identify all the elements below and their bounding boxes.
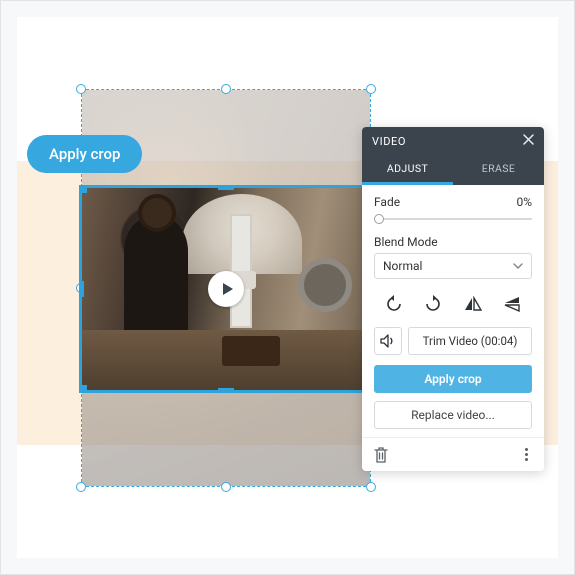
audio-toggle-button[interactable] <box>374 327 402 355</box>
crop-handle-tm[interactable] <box>218 185 234 190</box>
resize-handle-tl[interactable] <box>76 84 86 94</box>
apply-crop-label: Apply crop <box>424 372 481 386</box>
panel-body: Fade 0% Blend Mode Normal <box>362 185 544 437</box>
crop-handle-bl[interactable] <box>79 385 87 393</box>
replace-video-label: Replace video... <box>411 408 495 422</box>
kebab-dot <box>525 448 528 451</box>
tab-erase-label: ERASE <box>482 162 516 175</box>
tooltip-label: Apply crop <box>49 145 120 163</box>
panel-title: VIDEO <box>372 135 406 148</box>
close-button[interactable] <box>523 133 534 149</box>
delete-button[interactable] <box>374 447 388 463</box>
fade-value: 0% <box>516 195 532 209</box>
editor-canvas[interactable]: Apply crop VIDEO ADJUST ERASE Fade 0% <box>17 17 558 558</box>
tab-adjust-label: ADJUST <box>387 162 428 175</box>
slider-thumb[interactable] <box>374 214 384 224</box>
rotate-right-button[interactable] <box>419 291 447 317</box>
tab-erase[interactable]: ERASE <box>453 155 544 185</box>
transform-icon-row <box>374 291 532 317</box>
panel-tabs: ADJUST ERASE <box>362 155 544 185</box>
panel-header: VIDEO <box>362 127 544 155</box>
rotate-left-icon <box>385 295 403 313</box>
slider-track <box>374 218 532 220</box>
chevron-down-icon <box>513 263 523 269</box>
flip-horizontal-button[interactable] <box>459 291 487 317</box>
trim-video-label: Trim Video (00:04) <box>423 334 518 348</box>
replace-video-button[interactable]: Replace video... <box>374 401 532 429</box>
rotate-left-button[interactable] <box>380 291 408 317</box>
fade-label: Fade <box>374 195 400 209</box>
crop-handle-bm[interactable] <box>218 388 234 393</box>
crop-region[interactable] <box>79 185 373 393</box>
flip-vertical-icon <box>503 296 521 312</box>
crop-handle-ml[interactable] <box>79 281 84 297</box>
trim-video-button[interactable]: Trim Video (00:04) <box>408 327 532 355</box>
video-properties-panel: VIDEO ADJUST ERASE Fade 0% Blend Mode <box>362 127 544 471</box>
blend-label: Blend Mode <box>374 235 532 249</box>
apply-crop-tooltip: Apply crop <box>27 135 142 173</box>
tab-adjust[interactable]: ADJUST <box>362 155 453 185</box>
resize-handle-tr[interactable] <box>366 84 376 94</box>
fade-slider[interactable] <box>374 213 532 225</box>
crop-handle-tl[interactable] <box>79 185 87 193</box>
play-icon <box>221 282 235 296</box>
trash-icon <box>374 447 388 463</box>
resize-handle-bm[interactable] <box>221 482 231 492</box>
kebab-dot <box>525 453 528 456</box>
rotate-right-icon <box>424 295 442 313</box>
flip-horizontal-icon <box>464 296 482 312</box>
resize-handle-br[interactable] <box>366 482 376 492</box>
panel-footer <box>362 437 544 471</box>
flip-vertical-button[interactable] <box>498 291 526 317</box>
resize-handle-tm[interactable] <box>221 84 231 94</box>
close-icon <box>523 134 534 145</box>
resize-handle-bl[interactable] <box>76 482 86 492</box>
kebab-dot <box>525 458 528 461</box>
blend-selected: Normal <box>383 259 422 273</box>
speaker-icon <box>380 334 396 348</box>
play-button[interactable] <box>208 271 244 307</box>
apply-crop-button[interactable]: Apply crop <box>374 365 532 393</box>
trim-row: Trim Video (00:04) <box>374 327 532 355</box>
blend-mode-select[interactable]: Normal <box>374 253 532 279</box>
fade-row: Fade 0% <box>374 195 532 209</box>
more-options-button[interactable] <box>521 444 532 465</box>
